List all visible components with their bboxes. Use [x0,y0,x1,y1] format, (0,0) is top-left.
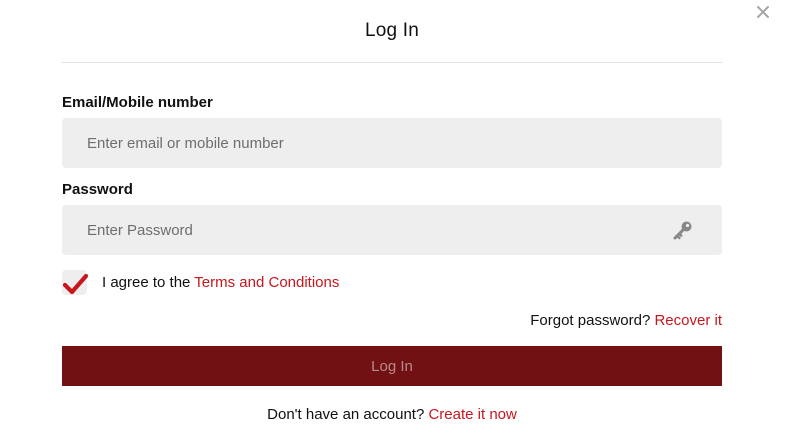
password-field-container [62,205,722,255]
email-field-container [62,118,722,168]
terms-agreement: I agree to the Terms and Conditions [62,268,339,296]
recover-link[interactable]: Recover it [654,312,722,329]
email-label: Email/Mobile number [62,94,213,111]
login-button[interactable]: Log In [62,346,722,386]
password-label: Password [62,181,133,198]
email-field[interactable] [62,118,722,168]
terms-checkbox[interactable] [62,269,88,295]
checkmark-icon [62,273,88,294]
password-field[interactable] [62,205,722,255]
login-modal: Log In Email/Mobile number Password I ag… [0,0,785,442]
terms-link[interactable]: Terms and Conditions [194,274,339,291]
terms-text: I agree to the Terms and Conditions [102,274,339,291]
signup-prompt: Don't have an account? Create it now [62,406,722,423]
forgot-password: Forgot password? Recover it [530,312,722,329]
terms-prefix: I agree to the [102,273,195,291]
key-icon[interactable] [672,219,694,241]
close-button[interactable] [753,2,773,22]
signup-prefix: Don't have an account? [267,406,429,423]
title-divider [62,62,722,63]
close-icon [757,6,769,18]
dialog-title: Log In [364,20,420,41]
forgot-prefix: Forgot password? [530,312,655,329]
create-account-link[interactable]: Create it now [428,406,516,423]
